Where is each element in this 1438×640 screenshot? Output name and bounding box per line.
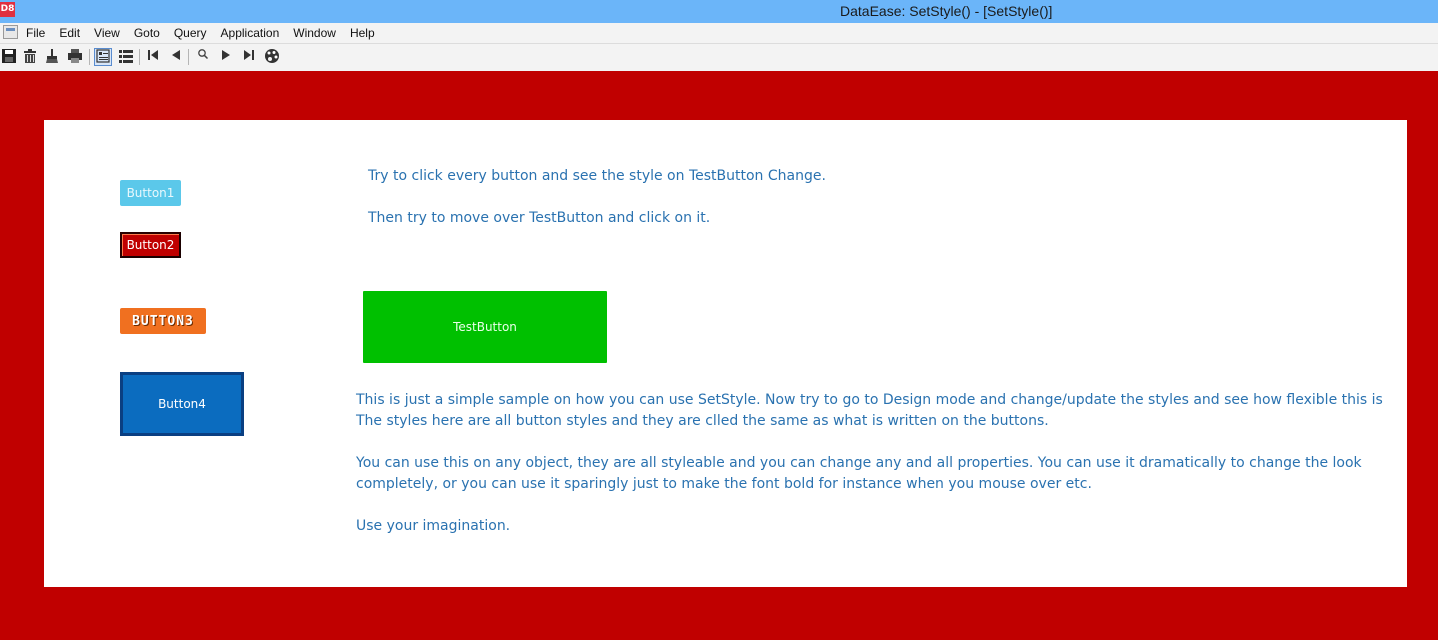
delete-icon[interactable] [21, 48, 39, 66]
menu-items: File Edit View Goto Query Application Wi… [26, 23, 389, 43]
menu-application[interactable]: Application [221, 23, 280, 43]
print-icon[interactable] [66, 48, 84, 66]
button2[interactable]: Button2 [120, 232, 181, 258]
first-record-icon[interactable] [144, 48, 162, 66]
description-line-4: completely, or you can use it sparingly … [356, 476, 1092, 492]
last-record-icon[interactable] [240, 48, 258, 66]
title-bar: D8 DataEase: SetStyle() - [SetStyle()] [0, 0, 1438, 23]
palette-icon[interactable] [263, 48, 281, 66]
menu-window[interactable]: Window [293, 23, 336, 43]
toolbar-separator [89, 49, 90, 65]
instruction-line-2: Then try to move over TestButton and cli… [368, 210, 711, 226]
button1[interactable]: Button1 [120, 180, 181, 206]
document-icon[interactable] [3, 25, 18, 39]
next-record-icon[interactable] [217, 48, 235, 66]
menu-goto[interactable]: Goto [134, 23, 160, 43]
form-view-icon[interactable] [94, 48, 112, 66]
menu-view[interactable]: View [94, 23, 120, 43]
toolbar [0, 44, 1438, 71]
search-icon[interactable] [194, 48, 212, 66]
menu-file[interactable]: File [26, 23, 45, 43]
test-button[interactable]: TestButton [363, 291, 607, 363]
table-view-icon[interactable] [117, 48, 135, 66]
save-icon[interactable] [0, 48, 18, 66]
clear-icon[interactable] [43, 48, 61, 66]
menu-bar: File Edit View Goto Query Application Wi… [0, 23, 1438, 44]
menu-help[interactable]: Help [350, 23, 375, 43]
menu-query[interactable]: Query [174, 23, 207, 43]
button4[interactable]: Button4 [120, 372, 244, 436]
toolbar-separator [188, 49, 189, 65]
previous-record-icon[interactable] [167, 48, 185, 66]
toolbar-separator [139, 49, 140, 65]
description-line-1: This is just a simple sample on how you … [356, 392, 1383, 408]
description-line-5: Use your imagination. [356, 518, 511, 534]
instruction-line-1: Try to click every button and see the st… [368, 168, 826, 184]
button3[interactable]: BUTTON3 [120, 308, 206, 334]
app-logo-icon[interactable]: D8 [0, 2, 15, 17]
menu-edit[interactable]: Edit [59, 23, 80, 43]
form-panel [44, 120, 1407, 587]
window-title: DataEase: SetStyle() - [SetStyle()] [840, 3, 1053, 19]
description-line-3: You can use this on any object, they are… [356, 455, 1362, 471]
description-line-2: The styles here are all button styles an… [356, 413, 1049, 429]
